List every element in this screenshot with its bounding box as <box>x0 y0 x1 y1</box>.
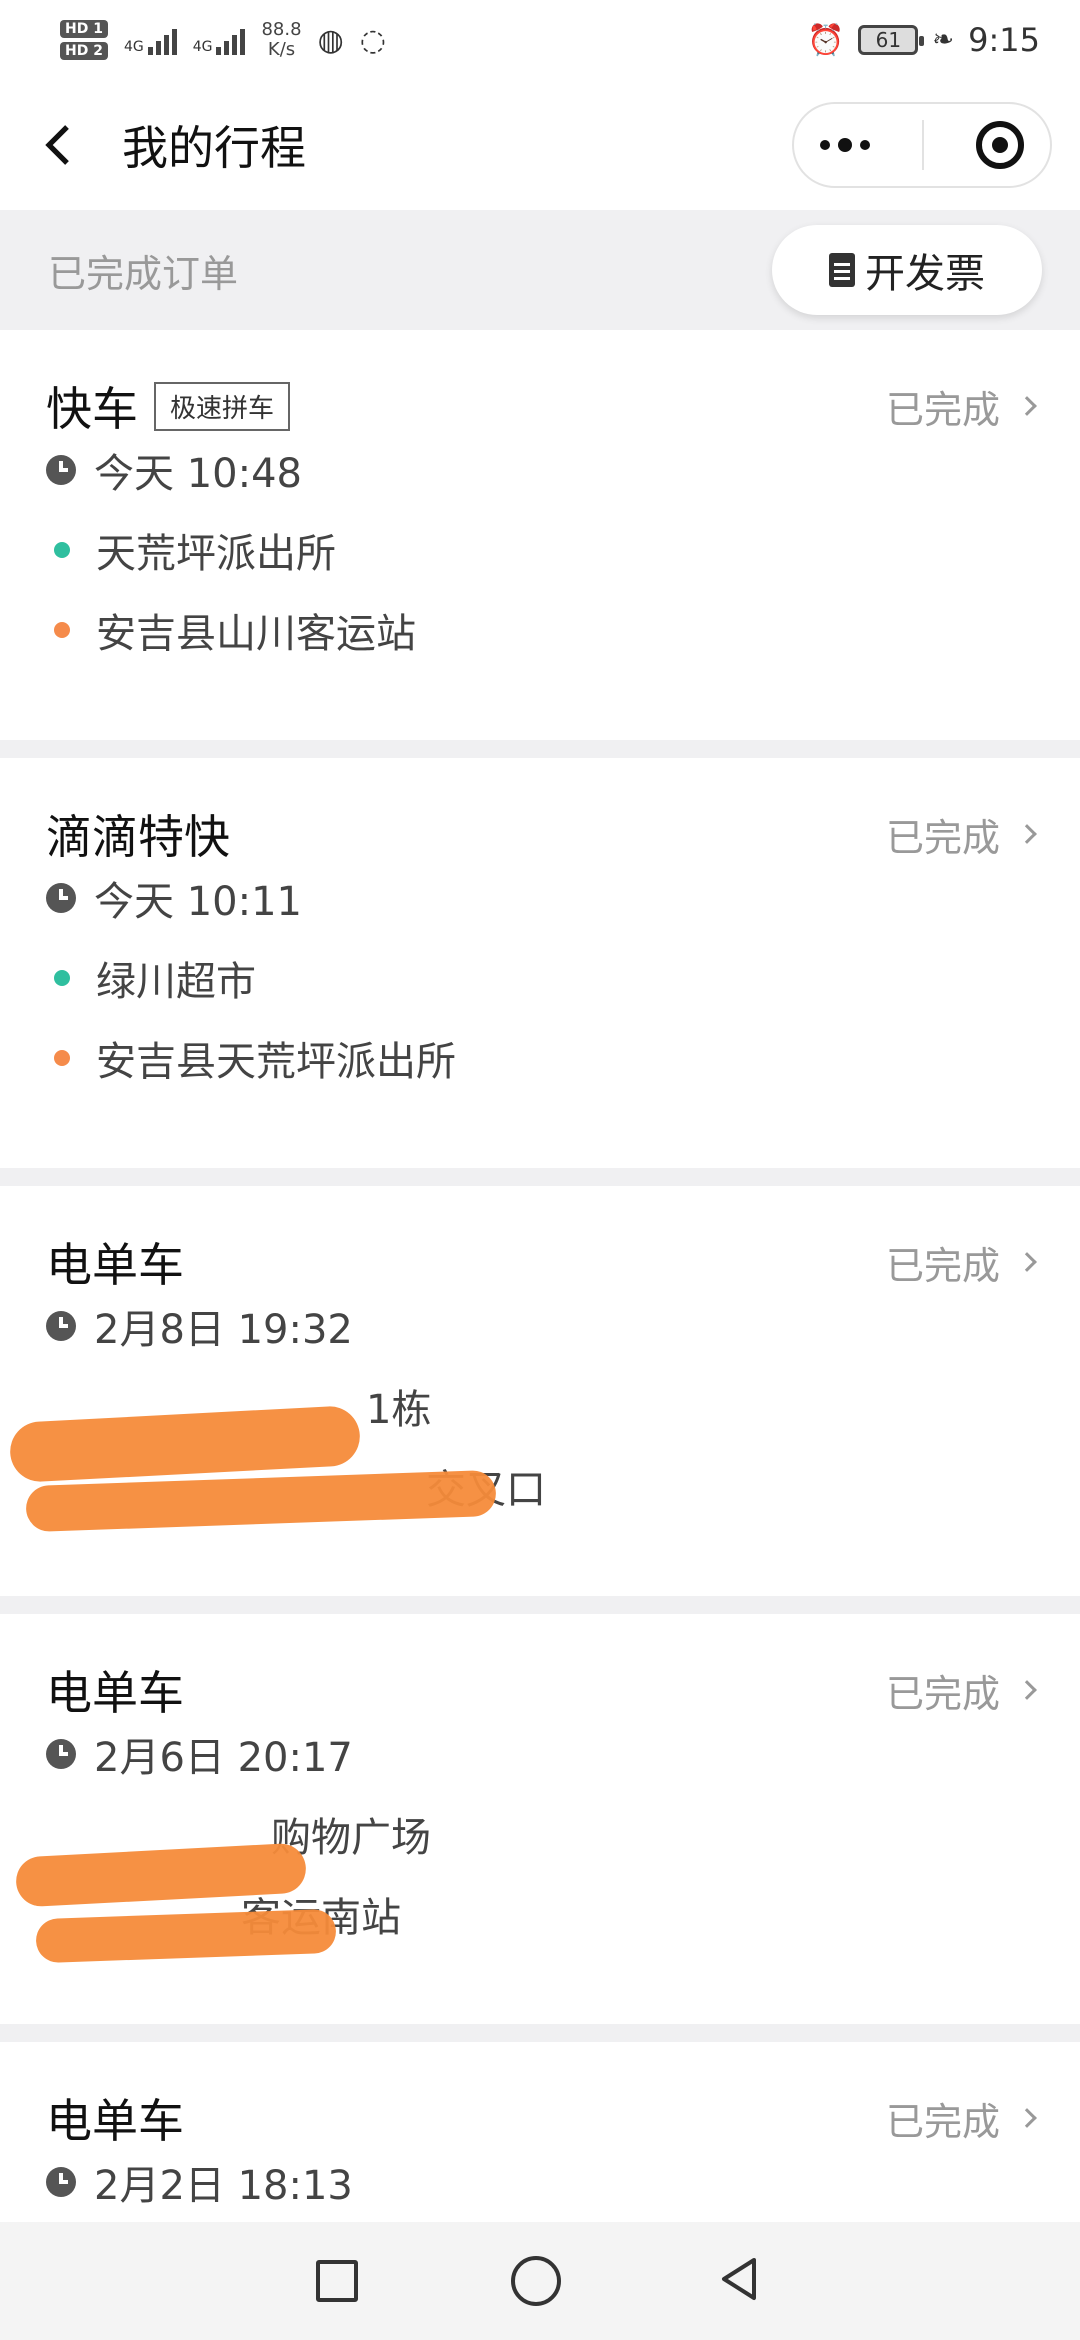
order-end-row: 安吉县天荒坪派出所 <box>46 1018 1034 1098</box>
order-time-row: 今天 10:48 <box>46 430 1034 510</box>
order-card[interactable]: 滴滴特快 已完成 今天 10:11 绿川超市 安吉县天荒坪派出所 <box>0 758 1080 1168</box>
speed-value: 88.8 <box>261 19 302 40</box>
miniprogram-capsule <box>792 102 1052 188</box>
order-time-row: 2月6日 20:17 <box>46 1714 1034 1794</box>
invoice-button[interactable]: 开发票 <box>772 225 1042 315</box>
start-dot-icon <box>54 542 70 558</box>
close-miniprogram-button[interactable] <box>976 121 1024 169</box>
clock-icon <box>46 2167 76 2197</box>
order-time: 今天 10:48 <box>94 451 302 497</box>
status-label: 已完成 <box>885 1243 1000 1288</box>
order-start: 绿川超市 <box>96 959 256 1005</box>
chevron-right-icon <box>1017 1680 1037 1700</box>
order-time-row: 2月2日 18:13 <box>46 2142 1034 2222</box>
triangle-back-icon <box>721 2258 756 2300</box>
chevron-right-icon <box>1017 824 1037 844</box>
receipt-icon <box>829 253 855 287</box>
sim1-badge: HD 1 <box>60 20 108 38</box>
order-start-row: 天荒坪派出所 <box>46 510 1034 590</box>
chevron-right-icon <box>1017 2108 1037 2128</box>
section-header: 已完成订单 开发票 <box>0 210 1080 330</box>
clock-icon <box>46 455 76 485</box>
order-type: 电单车 <box>46 1238 184 1292</box>
network-speed: 88.8 K/s <box>261 20 301 60</box>
battery-level: 61 <box>875 28 902 52</box>
clock-icon <box>46 883 76 913</box>
order-card[interactable]: 电单车 已完成 2月8日 19:32 1栋 交叉口 <box>0 1186 1080 1596</box>
order-time: 今天 10:11 <box>94 879 302 925</box>
order-time: 2月8日 19:32 <box>94 1307 353 1353</box>
order-type: 电单车 <box>46 2094 184 2148</box>
system-back-button[interactable] <box>714 2254 764 2308</box>
invoice-label: 开发票 <box>865 251 985 297</box>
system-navigation-bar <box>0 2222 1080 2340</box>
order-end-row: 安吉县山川客运站 <box>46 590 1034 670</box>
battery-icon: 61 <box>858 25 925 55</box>
back-button[interactable] <box>28 115 88 175</box>
speed-unit: K/s <box>267 39 296 60</box>
capsule-divider <box>922 120 924 170</box>
page-title: 我的行程 <box>122 121 306 175</box>
signal-icon <box>216 25 246 55</box>
order-card[interactable]: 电单车 已完成 2月2日 18:13 <box>0 2042 1080 2242</box>
order-status[interactable]: 已完成 <box>885 807 1037 862</box>
end-dot-icon <box>54 622 70 638</box>
target-icon <box>992 137 1008 153</box>
status-bar: HD 1 HD 2 4G 4G 88.8 K/s ◍ ◌ ⏰ 61 ❧ 9:15 <box>0 0 1080 80</box>
home-button[interactable] <box>510 2256 561 2306</box>
leaf-icon: ❧ <box>932 25 955 55</box>
order-time-row: 今天 10:11 <box>46 858 1034 938</box>
navigation-bar: 我的行程 <box>0 80 1080 210</box>
alarm-icon: ⏰ <box>806 22 845 58</box>
order-status[interactable]: 已完成 <box>885 1663 1037 1718</box>
redaction-mark <box>35 1908 337 1964</box>
order-list: 快车 极速拼车 已完成 今天 10:48 天荒坪派出所 安吉县山川客运站 滴滴特… <box>0 330 1080 2260</box>
order-tag: 极速拼车 <box>154 381 291 431</box>
order-start: 天荒坪派出所 <box>96 531 336 577</box>
chevron-right-icon <box>1017 1252 1037 1272</box>
clock-time: 9:15 <box>968 21 1040 59</box>
order-time: 2月6日 20:17 <box>94 1735 353 1781</box>
network-type-1: 4G <box>123 39 144 55</box>
clock-icon <box>46 1311 76 1341</box>
order-status[interactable]: 已完成 <box>885 1235 1037 1290</box>
status-label: 已完成 <box>885 1671 1000 1716</box>
loading-icon: ◌ <box>359 22 386 58</box>
order-time: 2月2日 18:13 <box>94 2163 353 2209</box>
more-button[interactable] <box>820 138 870 152</box>
order-time-row: 2月8日 19:32 <box>46 1286 1034 1366</box>
order-card[interactable]: 快车 极速拼车 已完成 今天 10:48 天荒坪派出所 安吉县山川客运站 <box>0 330 1080 740</box>
globe-icon: ◍ <box>317 22 344 58</box>
order-type: 快车 <box>46 382 138 436</box>
recents-button[interactable] <box>316 2260 359 2302</box>
clock-icon <box>46 1739 76 1769</box>
start-dot-icon <box>54 970 70 986</box>
order-status[interactable]: 已完成 <box>885 379 1037 434</box>
order-start-row: 绿川超市 <box>46 938 1034 1018</box>
sim2-badge: HD 2 <box>60 42 108 60</box>
network-type-2: 4G <box>192 39 213 55</box>
sim-indicator: HD 1 HD 2 <box>60 20 108 60</box>
order-card[interactable]: 电单车 已完成 2月6日 20:17 购物广场 客运南站 <box>0 1614 1080 2024</box>
order-end: 安吉县山川客运站 <box>96 611 416 657</box>
order-type: 电单车 <box>46 1666 184 1720</box>
status-label: 已完成 <box>885 2099 1000 2144</box>
order-end: 安吉县天荒坪派出所 <box>96 1039 456 1085</box>
order-start: 1栋 <box>366 1387 432 1433</box>
chevron-right-icon <box>1017 396 1037 416</box>
status-label: 已完成 <box>885 387 1000 432</box>
chevron-left-icon <box>45 125 69 165</box>
signal-icon <box>147 25 177 55</box>
status-label: 已完成 <box>885 815 1000 860</box>
order-status[interactable]: 已完成 <box>885 2091 1037 2146</box>
completed-orders-label: 已完成订单 <box>48 251 239 296</box>
order-type: 滴滴特快 <box>46 810 230 864</box>
end-dot-icon <box>54 1050 70 1066</box>
